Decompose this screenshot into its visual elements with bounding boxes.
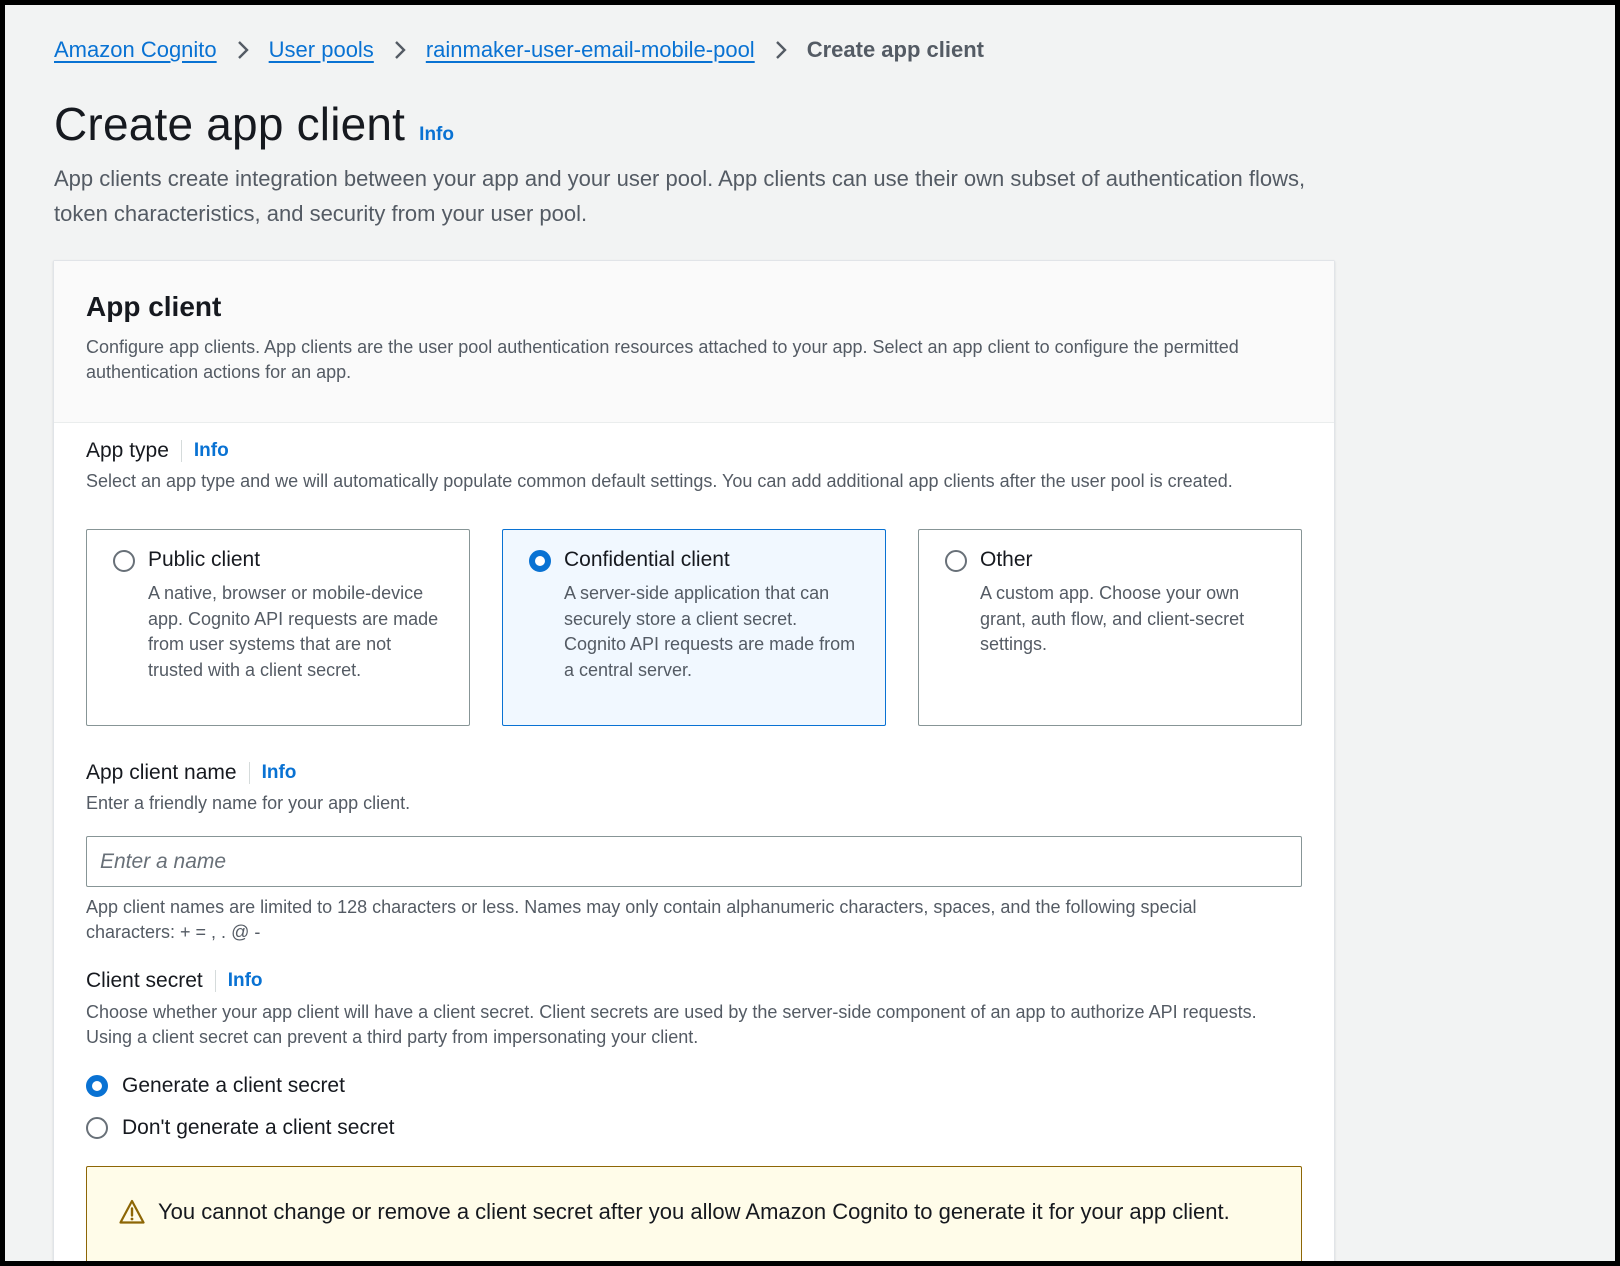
dont-generate-secret-option[interactable]: Don't generate a client secret — [86, 1116, 395, 1140]
app-client-name-info-link[interactable]: Info — [262, 762, 297, 784]
page-description: App clients create integration between y… — [54, 166, 1306, 226]
app-type-label-text: App type — [86, 439, 169, 462]
page: Amazon Cognito User pools rainmaker-user… — [5, 5, 1615, 1261]
other-radio[interactable] — [945, 550, 967, 572]
public-client-radio[interactable] — [113, 550, 135, 572]
divider — [180, 440, 182, 462]
app-type-description: Select an app type and we will automatic… — [86, 471, 1233, 491]
dont-generate-secret-label: Don't generate a client secret — [122, 1116, 395, 1139]
divider — [248, 762, 250, 784]
breadcrumb-link-user-pool[interactable]: rainmaker-user-email-mobile-pool — [426, 37, 755, 63]
app-type-label: App type Info — [86, 439, 229, 463]
alert-text: You cannot change or remove a client sec… — [158, 1199, 1230, 1224]
chevron-right-icon — [217, 39, 269, 61]
client-secret-info-link[interactable]: Info — [228, 970, 263, 992]
breadcrumb: Amazon Cognito User pools rainmaker-user… — [54, 33, 984, 67]
container-description: Configure app clients. App clients are t… — [86, 337, 1239, 382]
app-client-name-constraint: App client names are limited to 128 char… — [86, 897, 1197, 942]
tile-description: A server-side application that can secur… — [564, 583, 856, 680]
app-client-name-label-text: App client name — [86, 761, 237, 784]
chevron-right-icon — [374, 39, 426, 61]
breadcrumb-link-user-pools[interactable]: User pools — [269, 37, 374, 63]
app-type-info-link[interactable]: Info — [194, 440, 229, 462]
dont-generate-secret-radio[interactable] — [86, 1117, 108, 1139]
generate-secret-radio[interactable] — [86, 1075, 108, 1097]
app-client-name-input[interactable] — [86, 836, 1302, 887]
app-type-tile-public-client[interactable]: Public client A native, browser or mobil… — [86, 529, 470, 726]
chevron-right-icon — [755, 39, 807, 61]
generate-secret-label: Generate a client secret — [122, 1074, 345, 1097]
breadcrumb-link-amazon-cognito[interactable]: Amazon Cognito — [54, 37, 217, 63]
page-info-link[interactable]: Info — [419, 124, 454, 146]
app-client-name-description: Enter a friendly name for your app clien… — [86, 793, 411, 813]
generate-secret-option[interactable]: Generate a client secret — [86, 1074, 345, 1098]
client-secret-description: Choose whether your app client will have… — [86, 1002, 1257, 1047]
container-title: App client — [86, 291, 222, 322]
tile-description: A custom app. Choose your own grant, aut… — [980, 583, 1245, 654]
divider — [214, 970, 216, 992]
warning-icon — [119, 1199, 145, 1224]
tile-description: A native, browser or mobile-device app. … — [148, 583, 439, 680]
app-type-tile-confidential-client[interactable]: Confidential client A server-side applic… — [502, 529, 886, 726]
container-header: App client Configure app clients. App cl… — [54, 261, 1334, 423]
tile-title: Confidential client — [564, 548, 730, 571]
app-client-name-label: App client name Info — [86, 761, 296, 785]
client-secret-label-text: Client secret — [86, 969, 203, 992]
app-type-tile-other[interactable]: Other A custom app. Choose your own gran… — [918, 529, 1302, 726]
client-secret-label: Client secret Info — [86, 969, 263, 993]
breadcrumb-current: Create app client — [806, 37, 984, 62]
page-title: Create app client — [54, 98, 406, 150]
client-secret-warning-alert: You cannot change or remove a client sec… — [86, 1166, 1302, 1261]
confidential-client-radio[interactable] — [529, 550, 551, 572]
tile-title: Other — [980, 548, 1033, 571]
page-header: Create app client Info — [54, 97, 454, 151]
app-client-container: App client Configure app clients. App cl… — [53, 260, 1335, 1261]
tile-title: Public client — [148, 548, 261, 571]
